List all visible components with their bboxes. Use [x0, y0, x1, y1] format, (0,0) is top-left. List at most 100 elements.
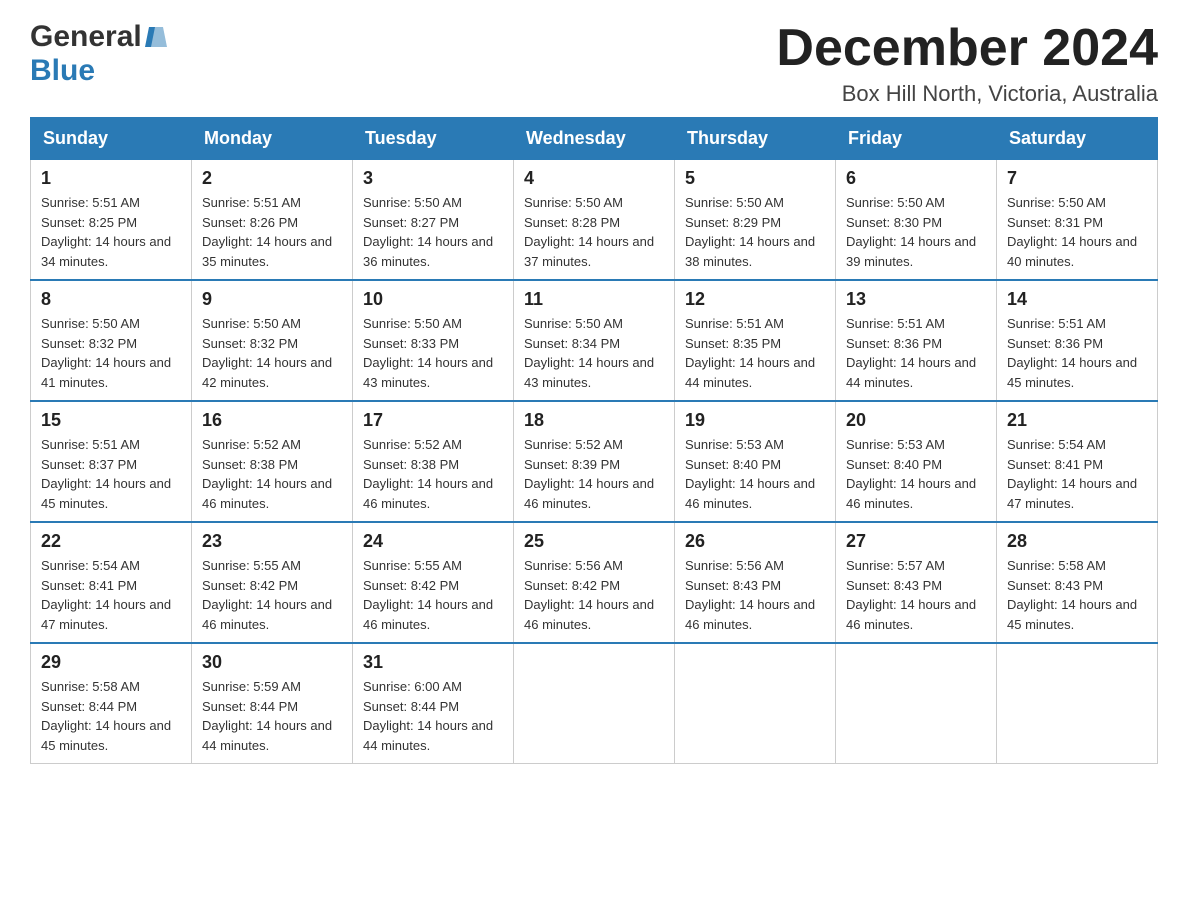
day-number: 24: [363, 531, 503, 552]
day-info: Sunrise: 5:55 AMSunset: 8:42 PMDaylight:…: [202, 556, 342, 634]
calendar-cell: 17 Sunrise: 5:52 AMSunset: 8:38 PMDayligh…: [353, 401, 514, 522]
calendar-cell: 26 Sunrise: 5:56 AMSunset: 8:43 PMDayligh…: [675, 522, 836, 643]
day-number: 15: [41, 410, 181, 431]
header-tuesday: Tuesday: [353, 118, 514, 160]
calendar-cell: 27 Sunrise: 5:57 AMSunset: 8:43 PMDayligh…: [836, 522, 997, 643]
day-info: Sunrise: 5:51 AMSunset: 8:36 PMDaylight:…: [846, 314, 986, 392]
day-number: 20: [846, 410, 986, 431]
day-info: Sunrise: 5:54 AMSunset: 8:41 PMDaylight:…: [1007, 435, 1147, 513]
calendar-cell: 14Sunrise: 5:51 AMSunset: 8:36 PMDayligh…: [997, 280, 1158, 401]
logo-arrow-icon: [145, 27, 167, 47]
calendar-cell: 21 Sunrise: 5:54 AMSunset: 8:41 PMDayligh…: [997, 401, 1158, 522]
header-sunday: Sunday: [31, 118, 192, 160]
calendar-cell: 30Sunrise: 5:59 AMSunset: 8:44 PMDayligh…: [192, 643, 353, 764]
calendar-cell: 29 Sunrise: 5:58 AMSunset: 8:44 PMDayligh…: [31, 643, 192, 764]
calendar-cell: 10 Sunrise: 5:50 AMSunset: 8:33 PMDayligh…: [353, 280, 514, 401]
calendar-cell: 22Sunrise: 5:54 AMSunset: 8:41 PMDayligh…: [31, 522, 192, 643]
day-number: 9: [202, 289, 342, 310]
page-header: General Blue December 2024 Box Hill Nort…: [30, 20, 1158, 107]
calendar-cell: 5 Sunrise: 5:50 AMSunset: 8:29 PMDaylight…: [675, 160, 836, 281]
header-thursday: Thursday: [675, 118, 836, 160]
logo-blue-text: Blue: [30, 54, 95, 88]
calendar-week-row: 22Sunrise: 5:54 AMSunset: 8:41 PMDayligh…: [31, 522, 1158, 643]
calendar-cell: 2 Sunrise: 5:51 AMSunset: 8:26 PMDaylight…: [192, 160, 353, 281]
calendar-cell: [836, 643, 997, 764]
day-number: 17: [363, 410, 503, 431]
day-number: 3: [363, 168, 503, 189]
day-number: 19: [685, 410, 825, 431]
header-monday: Monday: [192, 118, 353, 160]
calendar-cell: 25Sunrise: 5:56 AMSunset: 8:42 PMDayligh…: [514, 522, 675, 643]
day-number: 14: [1007, 289, 1147, 310]
day-info: Sunrise: 5:58 AMSunset: 8:43 PMDaylight:…: [1007, 556, 1147, 634]
day-number: 10: [363, 289, 503, 310]
header-friday: Friday: [836, 118, 997, 160]
day-info: Sunrise: 5:50 AMSunset: 8:34 PMDaylight:…: [524, 314, 664, 392]
calendar-cell: 18Sunrise: 5:52 AMSunset: 8:39 PMDayligh…: [514, 401, 675, 522]
day-number: 18: [524, 410, 664, 431]
calendar-table: Sunday Monday Tuesday Wednesday Thursday…: [30, 117, 1158, 764]
calendar-header-row: Sunday Monday Tuesday Wednesday Thursday…: [31, 118, 1158, 160]
day-info: Sunrise: 5:50 AMSunset: 8:28 PMDaylight:…: [524, 193, 664, 271]
calendar-cell: 16Sunrise: 5:52 AMSunset: 8:38 PMDayligh…: [192, 401, 353, 522]
day-info: Sunrise: 5:50 AMSunset: 8:30 PMDaylight:…: [846, 193, 986, 271]
calendar-cell: 11 Sunrise: 5:50 AMSunset: 8:34 PMDayligh…: [514, 280, 675, 401]
month-title: December 2024: [776, 20, 1158, 77]
calendar-cell: 1Sunrise: 5:51 AMSunset: 8:25 PMDaylight…: [31, 160, 192, 281]
day-number: 6: [846, 168, 986, 189]
day-info: Sunrise: 5:53 AMSunset: 8:40 PMDaylight:…: [846, 435, 986, 513]
day-number: 11: [524, 289, 664, 310]
day-info: Sunrise: 5:51 AMSunset: 8:26 PMDaylight:…: [202, 193, 342, 271]
calendar-cell: [514, 643, 675, 764]
day-number: 23: [202, 531, 342, 552]
day-info: Sunrise: 5:58 AMSunset: 8:44 PMDaylight:…: [41, 677, 181, 755]
calendar-cell: 7Sunrise: 5:50 AMSunset: 8:31 PMDaylight…: [997, 160, 1158, 281]
calendar-cell: 28 Sunrise: 5:58 AMSunset: 8:43 PMDayligh…: [997, 522, 1158, 643]
calendar-cell: 19Sunrise: 5:53 AMSunset: 8:40 PMDayligh…: [675, 401, 836, 522]
day-number: 7: [1007, 168, 1147, 189]
day-number: 29: [41, 652, 181, 673]
day-info: Sunrise: 5:56 AMSunset: 8:43 PMDaylight:…: [685, 556, 825, 634]
day-number: 31: [363, 652, 503, 673]
calendar-week-row: 29 Sunrise: 5:58 AMSunset: 8:44 PMDayligh…: [31, 643, 1158, 764]
day-info: Sunrise: 5:50 AMSunset: 8:32 PMDaylight:…: [41, 314, 181, 392]
calendar-week-row: 8 Sunrise: 5:50 AMSunset: 8:32 PMDaylight…: [31, 280, 1158, 401]
day-info: Sunrise: 5:51 AMSunset: 8:25 PMDaylight:…: [41, 193, 181, 271]
day-number: 26: [685, 531, 825, 552]
calendar-cell: 15 Sunrise: 5:51 AMSunset: 8:37 PMDayligh…: [31, 401, 192, 522]
day-info: Sunrise: 5:54 AMSunset: 8:41 PMDaylight:…: [41, 556, 181, 634]
day-info: Sunrise: 5:57 AMSunset: 8:43 PMDaylight:…: [846, 556, 986, 634]
calendar-week-row: 1Sunrise: 5:51 AMSunset: 8:25 PMDaylight…: [31, 160, 1158, 281]
calendar-cell: 6 Sunrise: 5:50 AMSunset: 8:30 PMDaylight…: [836, 160, 997, 281]
day-number: 4: [524, 168, 664, 189]
location-text: Box Hill North, Victoria, Australia: [776, 81, 1158, 107]
day-info: Sunrise: 5:50 AMSunset: 8:29 PMDaylight:…: [685, 193, 825, 271]
calendar-cell: 3 Sunrise: 5:50 AMSunset: 8:27 PMDaylight…: [353, 160, 514, 281]
day-number: 8: [41, 289, 181, 310]
day-info: Sunrise: 5:55 AMSunset: 8:42 PMDaylight:…: [363, 556, 503, 634]
day-info: Sunrise: 5:50 AMSunset: 8:27 PMDaylight:…: [363, 193, 503, 271]
day-info: Sunrise: 5:50 AMSunset: 8:33 PMDaylight:…: [363, 314, 503, 392]
calendar-cell: 12 Sunrise: 5:51 AMSunset: 8:35 PMDayligh…: [675, 280, 836, 401]
calendar-cell: 20 Sunrise: 5:53 AMSunset: 8:40 PMDayligh…: [836, 401, 997, 522]
calendar-cell: [997, 643, 1158, 764]
day-info: Sunrise: 5:56 AMSunset: 8:42 PMDaylight:…: [524, 556, 664, 634]
day-number: 5: [685, 168, 825, 189]
calendar-cell: 13 Sunrise: 5:51 AMSunset: 8:36 PMDayligh…: [836, 280, 997, 401]
logo-general-text: General: [30, 20, 142, 54]
day-number: 21: [1007, 410, 1147, 431]
day-info: Sunrise: 5:59 AMSunset: 8:44 PMDaylight:…: [202, 677, 342, 755]
day-info: Sunrise: 5:52 AMSunset: 8:38 PMDaylight:…: [363, 435, 503, 513]
day-number: 27: [846, 531, 986, 552]
day-number: 28: [1007, 531, 1147, 552]
calendar-cell: 31 Sunrise: 6:00 AMSunset: 8:44 PMDayligh…: [353, 643, 514, 764]
day-info: Sunrise: 5:52 AMSunset: 8:38 PMDaylight:…: [202, 435, 342, 513]
calendar-cell: 8 Sunrise: 5:50 AMSunset: 8:32 PMDaylight…: [31, 280, 192, 401]
day-info: Sunrise: 6:00 AMSunset: 8:44 PMDaylight:…: [363, 677, 503, 755]
day-info: Sunrise: 5:50 AMSunset: 8:32 PMDaylight:…: [202, 314, 342, 392]
day-number: 13: [846, 289, 986, 310]
day-number: 12: [685, 289, 825, 310]
day-info: Sunrise: 5:51 AMSunset: 8:35 PMDaylight:…: [685, 314, 825, 392]
day-number: 2: [202, 168, 342, 189]
day-info: Sunrise: 5:51 AMSunset: 8:37 PMDaylight:…: [41, 435, 181, 513]
